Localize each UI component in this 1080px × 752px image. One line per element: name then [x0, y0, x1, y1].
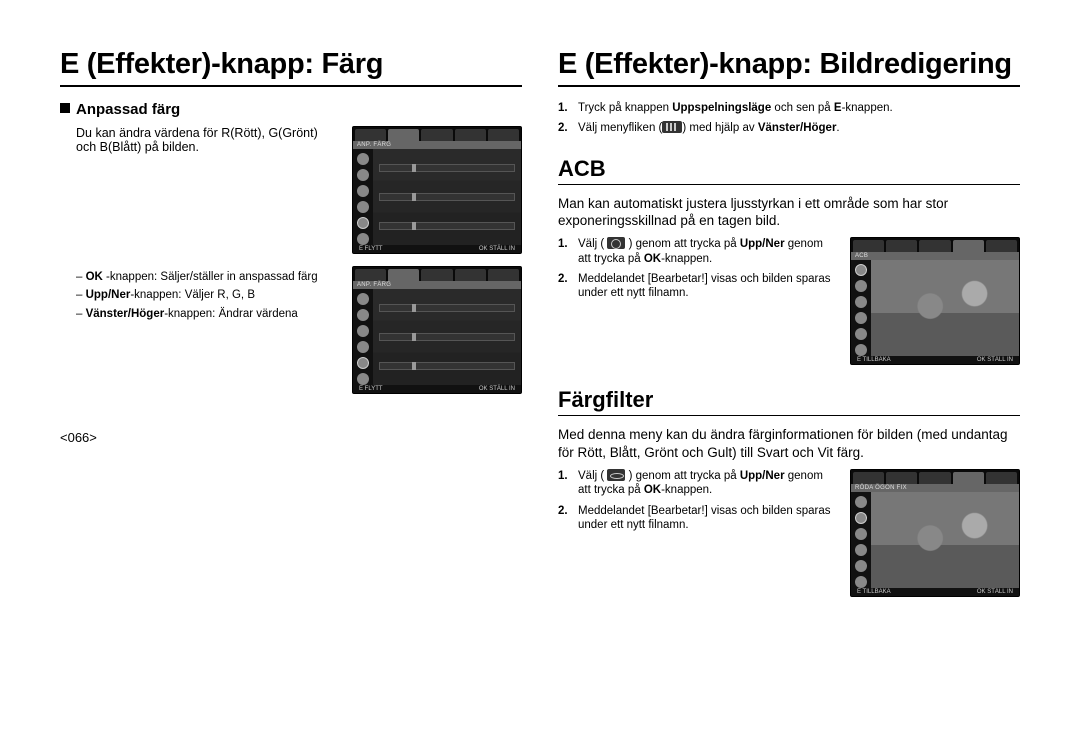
acb-steps: 1. Välj ( ) genom att trycka på Upp/Ner …: [558, 237, 836, 301]
custom-color-heading-text: Anpassad färg: [76, 101, 180, 118]
filter-heading: Färgfilter: [558, 387, 1020, 413]
acb-step-1: 1. Välj ( ) genom att trycka på Upp/Ner …: [558, 237, 836, 266]
left-title: E (Effekter)-knapp: Färg: [60, 48, 522, 81]
screen-thumbnail-rgb-sliders-b: ANP. FÄRG E FLYTTOK STÄLL IN: [352, 266, 522, 394]
thumb-label-filter: RÖDA ÖGON FIX: [851, 484, 1019, 492]
custom-color-legend-block: – OK -knappen: Säljer/ställer in anspass…: [60, 266, 522, 394]
filter-step-1: 1. Välj ( ) genom att trycka på Upp/Ner …: [558, 469, 836, 498]
intro-steps: 1. Tryck på knappen Uppspelningsläge och…: [558, 101, 1020, 136]
acb-step-2: 2. Meddelandet [Bearbetar!] visas och bi…: [558, 272, 836, 301]
title-rule-right: [558, 85, 1020, 87]
screen-thumbnail-filter: RÖDA ÖGON FIX E TILLBAKAOK STÄLL IN: [850, 469, 1020, 597]
filter-select-icon: [607, 469, 625, 481]
custom-color-heading: Anpassad färg: [60, 101, 522, 118]
thumb-bot-left: E FLYTT: [359, 246, 383, 252]
screen-thumbnail-acb: ACB E TILLBAKAOK STÄLL IN: [850, 237, 1020, 365]
acb-desc: Man kan automatiskt justera ljusstyrkan …: [558, 195, 1020, 230]
intro-step-2: 2. Välj menyfliken () med hjälp av Vänst…: [558, 121, 1020, 135]
filter-rule: [558, 415, 1020, 416]
right-column: E (Effekter)-knapp: Bildredigering 1. Tr…: [558, 48, 1020, 720]
filter-step-2: 2. Meddelandet [Bearbetar!] visas och bi…: [558, 504, 836, 533]
screen-thumbnail-rgb-sliders: ANP. FÄRG E FLYTT OK STÄLL IN: [352, 126, 522, 254]
right-title: E (Effekter)-knapp: Bildredigering: [558, 48, 1020, 81]
thumb-bot-right: OK STÄLL IN: [479, 246, 515, 252]
filter-desc: Med denna meny kan du ändra färginformat…: [558, 426, 1020, 461]
thumb-label: ANP. FÄRG: [353, 141, 521, 149]
acb-select-icon: [607, 237, 625, 249]
square-bullet-icon: [60, 103, 70, 113]
custom-color-intro-block: Du kan ändra värdena för R(Rött), G(Grön…: [60, 126, 522, 254]
filter-block: 1. Välj ( ) genom att trycka på Upp/Ner …: [558, 469, 1020, 597]
left-column: E (Effekter)-knapp: Färg Anpassad färg D…: [60, 48, 522, 720]
thumb-label-b: ANP. FÄRG: [353, 281, 521, 289]
custom-color-intro: Du kan ändra värdena för R(Rött), G(Grön…: [60, 126, 340, 155]
custom-color-legend: – OK -knappen: Säljer/ställer in anspass…: [60, 266, 340, 325]
thumb-label-acb: ACB: [851, 252, 1019, 260]
intro-step-1: 1. Tryck på knappen Uppspelningsläge och…: [558, 101, 1020, 115]
title-rule: [60, 85, 522, 87]
filter-steps: 1. Välj ( ) genom att trycka på Upp/Ner …: [558, 469, 836, 533]
page-number: <066>: [60, 430, 522, 445]
acb-heading: ACB: [558, 156, 1020, 182]
acb-rule: [558, 184, 1020, 185]
menu-tab-icon: [662, 121, 682, 133]
acb-block: 1. Välj ( ) genom att trycka på Upp/Ner …: [558, 237, 1020, 365]
